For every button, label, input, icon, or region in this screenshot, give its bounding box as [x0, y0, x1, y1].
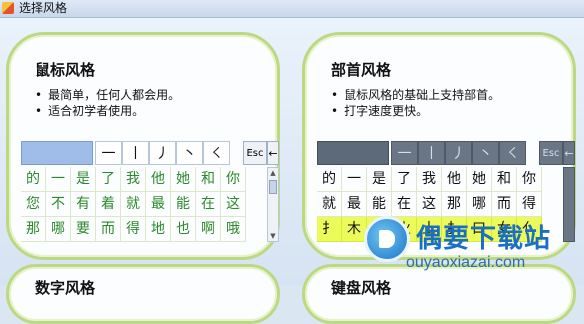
window-title: 选择风格 [19, 1, 68, 15]
desc-line: 最简单，任何人都会用。 [35, 87, 180, 103]
stroke-key: 丶 [472, 141, 499, 165]
candidate-char: 她 [467, 167, 492, 192]
stroke-key: ㇛ [499, 141, 526, 165]
desc-line: 鼠标风格的基础上支持部首。 [331, 87, 500, 103]
candidate-char: 也 [171, 217, 196, 242]
candidate-char: 能 [171, 192, 196, 217]
candidate-char: 地 [146, 217, 171, 242]
keyboard-preview: 一 丨 丿 丶 ㇛ Esc ← 的一是了我他她和你您不有着就最能在这那哪要而得地… [21, 141, 279, 242]
site-logo-icon [364, 216, 410, 262]
scrollbar: ▲ ▼ [267, 167, 279, 242]
stroke-key: 一 [95, 141, 122, 165]
candidate-char: 一 [46, 167, 71, 192]
candidate-char: 了 [96, 167, 121, 192]
candidate-char: 就 [121, 192, 146, 217]
card-title: 鼠标风格 [35, 61, 96, 79]
esc-key: Esc [539, 141, 563, 165]
stroke-key: 丨 [418, 141, 445, 165]
card-description: 鼠标风格的基础上支持部首。 打字速度更快。 [331, 87, 500, 119]
watermark-url: ouyaoxiazai.com [406, 254, 526, 271]
candidate-char: 哦 [221, 217, 246, 242]
candidate-char: 我 [121, 167, 146, 192]
candidate-char: 哪 [46, 217, 71, 242]
stroke-key: 丿 [149, 141, 176, 165]
candidate-char: 我 [417, 167, 442, 192]
app-icon [2, 2, 14, 14]
candidate-char: 在 [196, 192, 221, 217]
candidate-char: 有 [71, 192, 96, 217]
candidate-char: 那 [21, 217, 46, 242]
style-card-mouse[interactable]: 鼠标风格 最简单，任何人都会用。 适合初学者使用。 一 丨 丿 丶 ㇛ Esc … [6, 32, 280, 260]
composition-input [317, 141, 389, 165]
card-description: 最简单，任何人都会用。 适合初学者使用。 [35, 87, 180, 119]
candidate-char: 了 [392, 167, 417, 192]
candidate-char: 她 [171, 167, 196, 192]
candidate-char: 和 [196, 167, 221, 192]
composition-input [21, 141, 93, 165]
watermark-name: 偶要下载站 [416, 224, 552, 254]
candidate-char: 最 [146, 192, 171, 217]
candidate-char: 要 [71, 217, 96, 242]
candidate-char: 着 [96, 192, 121, 217]
candidate-char: 啊 [196, 217, 221, 242]
candidate-char: 您 [21, 192, 46, 217]
scroll-down-arrow-icon: ▼ [270, 232, 276, 240]
desc-line: 打字速度更快。 [331, 103, 500, 119]
watermark: 偶要下载站 ouyaoxiazai.com [358, 214, 584, 286]
candidate-char: 的 [21, 167, 46, 192]
candidate-char: 不 [46, 192, 71, 217]
scroll-up-arrow-icon: ▲ [270, 169, 276, 177]
candidate-char: 你 [221, 167, 246, 192]
title-bar: 选择风格 [0, 0, 584, 18]
candidate-char: 的 [317, 167, 342, 192]
stroke-key: 一 [391, 141, 418, 165]
stroke-key: 丨 [122, 141, 149, 165]
candidate-char: 他 [146, 167, 171, 192]
style-card-numeric[interactable]: 数字风格 [6, 264, 280, 324]
stroke-key: 丿 [445, 141, 472, 165]
desc-line: 适合初学者使用。 [35, 103, 180, 119]
scroll-thumb [269, 180, 277, 194]
candidate-char: 一 [342, 167, 367, 192]
candidate-char: 这 [221, 192, 246, 217]
radical-key: 扌 [317, 217, 342, 242]
stroke-key: ㇛ [203, 141, 230, 165]
candidate-char: 而 [96, 217, 121, 242]
card-title: 部首风格 [331, 61, 392, 79]
candidate-char: 得 [121, 217, 146, 242]
card-title: 数字风格 [35, 279, 96, 297]
candidate-char: 是 [71, 167, 96, 192]
candidate-char: 你 [517, 167, 542, 192]
char-grid: 的一是了我他她和你您不有着就最能在这那哪要而得地也啊哦 [21, 167, 246, 242]
keyboard-preview: 一 丨 丿 丶 ㇛ Esc ← 的一是了我他她和你就最能在这那哪而得扌木氵火土扌… [317, 141, 575, 242]
candidate-char: 和 [492, 167, 517, 192]
stroke-key: 丶 [176, 141, 203, 165]
candidate-char: 他 [442, 167, 467, 192]
esc-key: Esc [243, 141, 267, 165]
backspace-key: ← [563, 141, 575, 165]
candidate-char: 就 [317, 192, 342, 217]
candidate-char: 是 [367, 167, 392, 192]
backspace-key: ← [267, 141, 279, 165]
